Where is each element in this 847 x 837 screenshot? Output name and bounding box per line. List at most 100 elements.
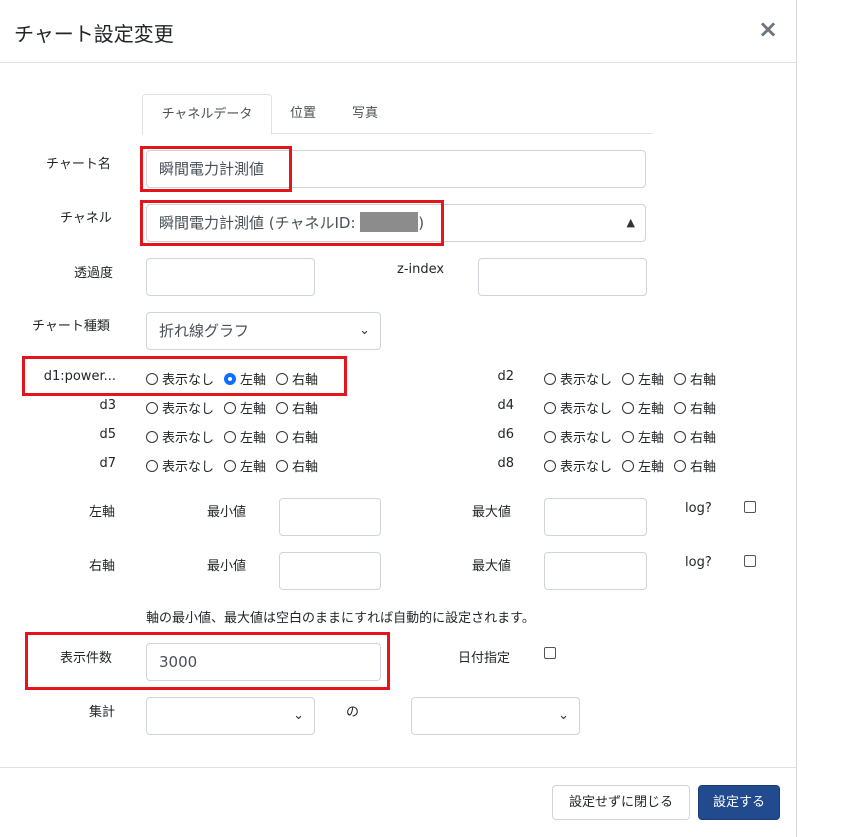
left-log-checkbox[interactable] (744, 501, 756, 513)
axis-radio-option[interactable]: 表示なし (544, 456, 612, 475)
radio-button[interactable] (544, 373, 556, 385)
radio-label: 右軸 (690, 460, 717, 475)
chart-name-label: チャート名 (46, 157, 111, 172)
left-axis-min-input[interactable] (279, 498, 381, 536)
axis-radio-option[interactable]: 左軸 (224, 427, 266, 446)
axis-radio-option[interactable]: 右軸 (674, 456, 716, 475)
axis-radio-option[interactable]: 右軸 (674, 369, 716, 388)
radio-button[interactable] (276, 402, 289, 414)
axis-radio-option[interactable]: 表示なし (146, 456, 214, 475)
highlight-box (140, 146, 292, 192)
radio-label: 右軸 (690, 431, 717, 446)
radio-label: 表示なし (560, 402, 613, 417)
close-without-saving-button[interactable]: 設定せずに閉じる (552, 785, 690, 820)
left-min-label: 最小値 (207, 505, 247, 520)
axis-radio-option[interactable]: 左軸 (622, 427, 664, 446)
radio-button[interactable] (544, 402, 556, 414)
axis-radio-option[interactable]: 右軸 (674, 427, 716, 446)
dataset-label: d5 (99, 427, 116, 442)
left-axis-max-input[interactable] (544, 498, 647, 536)
apply-settings-button[interactable]: 設定する (698, 785, 780, 820)
zindex-label: z-index (397, 262, 445, 277)
right-log-checkbox[interactable] (744, 555, 756, 567)
close-icon[interactable]: × (758, 15, 778, 43)
right-axis-max-input[interactable] (544, 552, 647, 590)
chevron-down-icon: ⌄ (359, 323, 370, 338)
opacity-input[interactable] (146, 258, 315, 296)
radio-button[interactable] (674, 373, 687, 385)
radio-button[interactable] (224, 460, 237, 472)
dialog-title: チャート設定変更 (14, 22, 174, 46)
axis-radio-option[interactable]: 表示なし (146, 398, 214, 417)
dataset-label: d2 (497, 369, 514, 384)
axis-radio-option[interactable]: 右軸 (276, 398, 318, 417)
dataset-label: d8 (497, 456, 514, 471)
radio-button[interactable] (544, 460, 556, 472)
radio-label: 左軸 (240, 460, 267, 475)
axis-radio-option[interactable]: 右軸 (674, 398, 716, 417)
radio-button[interactable] (276, 431, 289, 443)
axis-radio-group: 表示なし 左軸 右軸 (544, 398, 726, 418)
radio-button[interactable] (146, 402, 158, 414)
radio-label: 右軸 (292, 460, 319, 475)
chart-type-label: チャート種類 (32, 319, 110, 334)
dataset-label: d4 (497, 398, 514, 413)
radio-label: 左軸 (240, 402, 267, 417)
radio-label: 左軸 (638, 431, 665, 446)
right-log-label: log? (685, 555, 712, 570)
radio-button[interactable] (276, 460, 289, 472)
radio-label: 表示なし (560, 373, 613, 388)
axis-radio-option[interactable]: 左軸 (224, 456, 266, 475)
axis-radio-group: 表示なし 左軸 右軸 (544, 369, 726, 389)
axis-radio-group: 表示なし 左軸 右軸 (146, 427, 328, 447)
radio-label: 表示なし (162, 431, 215, 446)
radio-button[interactable] (622, 431, 635, 443)
chart-type-select[interactable]: 折れ線グラフ ⌄ (146, 312, 381, 350)
radio-label: 表示なし (560, 431, 613, 446)
dataset-label: d3 (99, 398, 116, 413)
axis-radio-group: 表示なし 左軸 右軸 (146, 398, 328, 418)
left-max-label: 最大値 (472, 505, 512, 520)
radio-button[interactable] (544, 431, 556, 443)
axis-radio-option[interactable]: 右軸 (276, 427, 318, 446)
right-axis-min-input[interactable] (279, 552, 381, 590)
axis-radio-option[interactable]: 左軸 (224, 398, 266, 417)
axis-radio-option[interactable]: 左軸 (622, 369, 664, 388)
axis-note: 軸の最小値、最大値は空白のままにすれば自動的に設定されます。 (146, 611, 535, 626)
tab-bar: チャネルデータ 位置 写真 (142, 94, 652, 135)
tab-channel-data[interactable]: チャネルデータ (142, 94, 272, 135)
radio-button[interactable] (224, 431, 237, 443)
radio-button[interactable] (224, 402, 237, 414)
date-spec-checkbox[interactable] (544, 647, 556, 659)
left-axis-label: 左軸 (89, 505, 116, 520)
axis-radio-option[interactable]: 表示なし (544, 427, 612, 446)
zindex-input[interactable] (478, 258, 647, 296)
right-axis-label: 右軸 (89, 559, 116, 574)
aggregate-select[interactable]: ⌄ (146, 697, 315, 735)
highlight-box (22, 356, 347, 396)
dialog-header: チャート設定変更 × (0, 0, 797, 63)
of-label: の (346, 705, 360, 720)
tab-position[interactable]: 位置 (290, 94, 316, 134)
tab-photo[interactable]: 写真 (352, 94, 378, 134)
axis-radio-option[interactable]: 表示なし (146, 427, 214, 446)
axis-radio-option[interactable]: 左軸 (622, 456, 664, 475)
radio-button[interactable] (674, 431, 687, 443)
radio-button[interactable] (674, 460, 687, 472)
axis-radio-option[interactable]: 表示なし (544, 369, 612, 388)
aggregate-label: 集計 (89, 705, 116, 720)
axis-radio-option[interactable]: 左軸 (622, 398, 664, 417)
radio-button[interactable] (622, 460, 635, 472)
radio-button[interactable] (674, 402, 687, 414)
axis-radio-option[interactable]: 表示なし (544, 398, 612, 417)
axis-radio-option[interactable]: 右軸 (276, 456, 318, 475)
radio-button[interactable] (622, 402, 635, 414)
radio-label: 左軸 (638, 373, 665, 388)
aggregate-unit-select[interactable]: ⌄ (411, 697, 580, 735)
radio-label: 右軸 (292, 402, 319, 417)
radio-button[interactable] (146, 460, 158, 472)
radio-button[interactable] (622, 373, 635, 385)
date-spec-label: 日付指定 (458, 651, 511, 666)
dialog-footer: 設定せずに閉じる 設定する (0, 767, 797, 837)
radio-button[interactable] (146, 431, 158, 443)
